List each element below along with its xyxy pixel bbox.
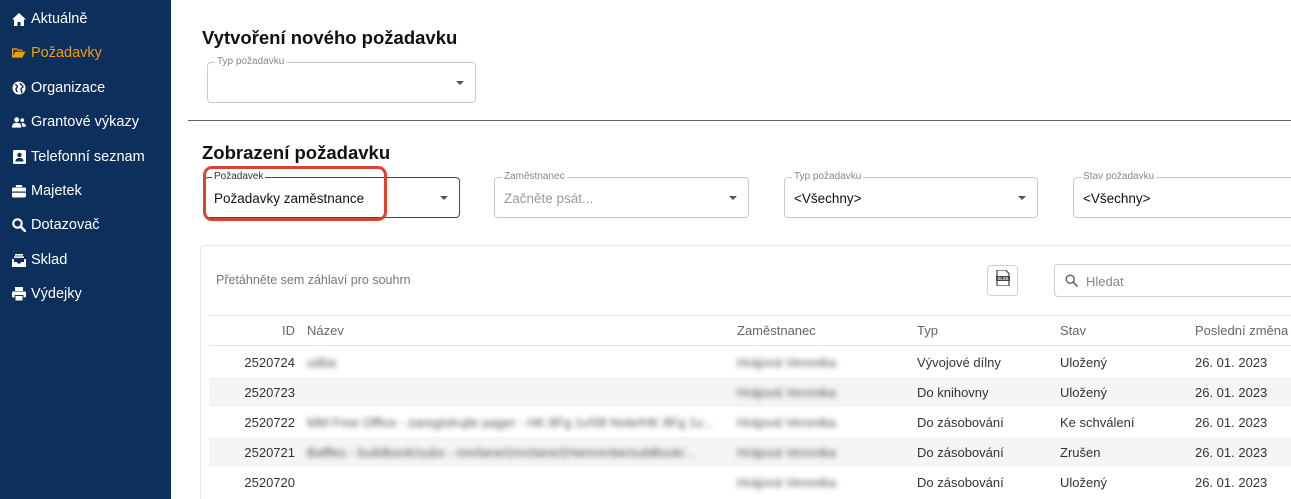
sidebar-item-label: Výdejky	[31, 286, 82, 302]
chevron-down-icon	[1018, 196, 1026, 200]
table-row[interactable]: 2520724 udba Hrájová Veronika Vývojové d…	[209, 347, 1291, 377]
cell-id: 2520723	[244, 384, 295, 400]
cell-name: Baffles - buildbook/subs - mn/tane/(mn/t…	[307, 444, 696, 460]
cell-name: udba	[307, 354, 336, 370]
grid-search-box[interactable]	[1054, 264, 1291, 297]
column-header-name[interactable]: Název	[307, 316, 727, 345]
cell-employee: Hrájová Veronika	[737, 384, 836, 400]
sidebar-item-majetek[interactable]: Majetek	[12, 180, 82, 202]
sidebar-item-vydejky[interactable]: Výdejky	[12, 283, 82, 305]
table-row[interactable]: 2520720 Hrájová Veronika Do zásobování U…	[209, 467, 1291, 497]
cell-last-change: 26. 01. 2023	[1195, 354, 1268, 370]
sidebar-item-label: Telefonní seznam	[31, 149, 145, 165]
cell-employee: Hrájová Veronika	[737, 474, 836, 490]
cell-type: Vývojové dílny	[917, 354, 1001, 370]
sidebar-item-label: Sklad	[31, 252, 68, 268]
sidebar-item-label: Majetek	[31, 183, 82, 199]
group-panel-hint[interactable]: Přetáhněte sem záhlaví pro souhrn	[216, 273, 411, 287]
address-card-icon	[12, 150, 26, 164]
create-type-select[interactable]: Typ požadavku	[207, 56, 476, 103]
column-header-state[interactable]: Stav	[1060, 316, 1180, 345]
table-row[interactable]: 2520722 MM Free Office - zaregistrujte p…	[209, 407, 1291, 437]
cell-state: Uložený	[1060, 354, 1107, 370]
sidebar-item-label: Dotazovač	[31, 217, 100, 233]
sidebar-item-label: Grantové výkazy	[31, 114, 139, 130]
sidebar-item-dotazovac[interactable]: Dotazovač	[12, 214, 100, 236]
column-header-last-change[interactable]: Poslední změna	[1195, 316, 1291, 345]
field-value: <Všechny>	[1083, 191, 1151, 206]
sidebar-item-telefonni-seznam[interactable]: Telefonní seznam	[12, 146, 145, 168]
cell-type: Do zásobování	[917, 414, 1004, 430]
chevron-down-icon	[440, 196, 448, 200]
cell-state: Uložený	[1060, 384, 1107, 400]
cell-employee: Hrájová Veronika	[737, 414, 836, 430]
cell-name: MM Free Office - zaregistrujte pager - H…	[307, 414, 713, 430]
cell-last-change: 26. 01. 2023	[1195, 474, 1268, 490]
column-header-employee[interactable]: Zaměstnanec	[737, 316, 907, 345]
sidebar-item-grantove-vykazy[interactable]: Grantové výkazy	[12, 111, 139, 133]
export-excel-button[interactable]: XLSX	[987, 265, 1018, 296]
cell-name	[307, 377, 727, 407]
search-icon	[12, 218, 26, 232]
chevron-down-icon	[729, 196, 737, 200]
folder-open-icon	[12, 46, 26, 60]
cell-id: 2520720	[244, 474, 295, 490]
cell-id: 2520724	[244, 354, 295, 370]
app-root: Aktuálně Požadavky Organizace Grantové v…	[0, 0, 1291, 499]
grid-search-input[interactable]	[1086, 271, 1286, 291]
cell-type: Do zásobování	[917, 444, 1004, 460]
field-label: Stav požadavku	[1081, 171, 1157, 183]
table-row[interactable]: 2520723 Hrájová Veronika Do knihovny Ulo…	[209, 377, 1291, 407]
cell-type: Do zásobování	[917, 474, 1004, 490]
cell-state: Zrušen	[1060, 444, 1101, 460]
field-label: Typ požadavku	[792, 171, 864, 183]
cell-state: Uložený	[1060, 474, 1107, 490]
users-icon	[12, 115, 26, 129]
cell-type: Do knihovny	[917, 384, 989, 400]
sidebar: Aktuálně Požadavky Organizace Grantové v…	[0, 0, 171, 499]
chevron-down-icon	[456, 81, 464, 85]
field-label: Typ požadavku	[215, 56, 287, 68]
requests-table: ID Název Zaměstnanec Typ Stav Poslední z…	[209, 315, 1291, 490]
briefcase-icon	[12, 184, 26, 198]
cell-id: 2520721	[244, 444, 295, 460]
sidebar-item-label: Organizace	[31, 80, 106, 96]
view-request-title: Zobrazení požadavku	[202, 142, 391, 163]
employee-select[interactable]: Zaměstnanec Začněte psát...	[494, 171, 749, 218]
field-value: <Všechny>	[794, 191, 862, 206]
print-icon	[12, 287, 26, 301]
table-row[interactable]: 2520721 Baffles - buildbook/subs - mn/ta…	[209, 437, 1291, 467]
column-header-id[interactable]: ID	[209, 316, 295, 345]
svg-text:XLSX: XLSX	[997, 276, 1008, 281]
home-icon	[12, 12, 26, 26]
type-select[interactable]: Typ požadavku <Všechny>	[784, 171, 1038, 218]
cell-id: 2520722	[244, 414, 295, 430]
cell-last-change: 26. 01. 2023	[1195, 384, 1268, 400]
search-icon	[1065, 274, 1078, 292]
sidebar-item-label: Aktuálně	[31, 11, 88, 27]
highlight-annotation	[203, 166, 387, 221]
sidebar-item-pozadavky[interactable]: Požadavky	[12, 42, 102, 64]
cell-name	[307, 467, 727, 497]
sidebar-item-aktualne[interactable]: Aktuálně	[12, 8, 87, 30]
xlsx-export-icon: XLSX	[995, 269, 1010, 291]
create-request-title: Vytvoření nového požadavku	[202, 27, 458, 48]
state-select[interactable]: Stav požadavku <Všechny>	[1073, 171, 1291, 218]
cell-last-change: 26. 01. 2023	[1195, 414, 1268, 430]
table-header-row: ID Název Zaměstnanec Typ Stav Poslední z…	[209, 316, 1291, 346]
inbox-icon	[12, 253, 26, 267]
cell-employee: Hrájová Veronika	[737, 444, 836, 460]
field-placeholder: Začněte psát...	[504, 191, 594, 206]
sidebar-item-label: Požadavky	[31, 45, 102, 61]
section-divider	[188, 120, 1291, 121]
cell-employee: Hrájová Veronika	[737, 354, 836, 370]
column-header-type[interactable]: Typ	[917, 316, 1047, 345]
sidebar-item-organizace[interactable]: Organizace	[12, 77, 105, 99]
cell-state: Ke schválení	[1060, 414, 1135, 430]
cell-last-change: 26. 01. 2023	[1195, 444, 1268, 460]
sidebar-item-sklad[interactable]: Sklad	[12, 249, 67, 271]
field-label: Zaměstnanec	[502, 171, 567, 183]
globe-icon	[12, 81, 26, 95]
